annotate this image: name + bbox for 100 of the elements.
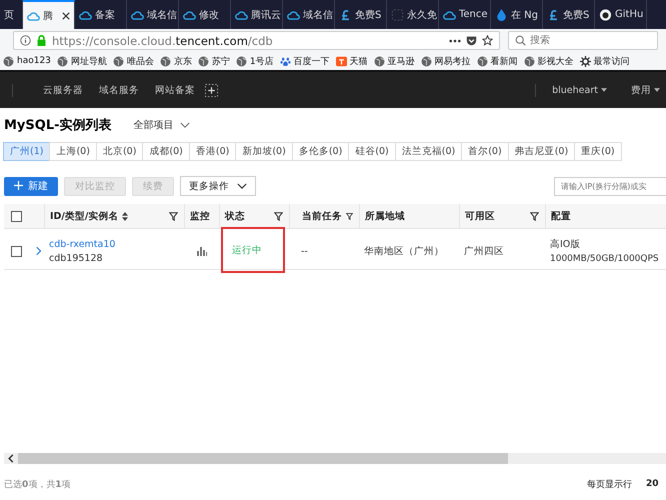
filter-icon[interactable] [169,212,178,220]
region-tab[interactable]: 北京(0) [96,142,144,161]
globe-icon [374,56,385,66]
select-all-checkbox[interactable] [11,210,22,222]
column-header: 可用区 [465,210,495,222]
billing-menu[interactable]: 费用 [630,84,660,96]
globe-icon [420,56,432,66]
instance-name: cdb195128 [49,252,103,264]
pound-icon [547,8,560,20]
selection-summary: 已选0项，共1项 [4,478,71,490]
bookmark-link[interactable]: 苏宁 [198,54,230,68]
region-tab[interactable]: 硅谷(0) [348,142,396,161]
globe-icon [476,56,488,66]
project-dropdown[interactable]: 全部项目 [134,118,190,132]
nav-link[interactable]: 网站备案 [155,84,195,96]
region-tab[interactable]: 成都(0) [142,142,190,161]
caret-icon [600,88,607,92]
globe-icon [236,56,247,66]
pound-icon [339,8,352,20]
pocket-icon[interactable] [466,35,477,46]
filter-icon[interactable] [530,212,539,220]
info-icon[interactable] [20,35,31,46]
column-header: ID/类型/实例名 [50,210,118,222]
bookmark-link[interactable]: 影视大全 [524,54,574,68]
filter-icon[interactable] [274,212,283,220]
chevron-down-icon[interactable] [180,122,190,128]
filter-icon[interactable] [346,212,353,220]
browser-tab[interactable]: 腾 [23,0,75,29]
bookmark-link[interactable]: 天猫 [336,54,368,68]
close-icon[interactable] [62,12,70,20]
new-button[interactable]: 新建 [4,176,58,196]
column-header: 所属地域 [365,210,405,222]
add-shortcut-icon[interactable] [205,84,218,96]
page-title: MySQL-实例列表 [4,116,112,134]
bookmark-link[interactable]: hao123 [3,56,51,66]
paw-icon [280,56,291,66]
bar-chart-icon[interactable] [197,246,207,256]
globe-icon [56,56,68,66]
bookmark-link[interactable]: 最常访问 [580,54,630,68]
horizontal-scrollbar[interactable] [4,453,666,464]
region-tab[interactable]: 首尔(0) [461,142,509,161]
per-page-value[interactable]: 20 [646,479,658,489]
bookmark-link[interactable]: 唯品会 [112,54,154,68]
cloud-icon [183,8,196,20]
per-page-label: 每页显示行 [587,478,632,490]
expand-icon[interactable] [36,246,42,256]
status-text: 运行中 [232,244,262,256]
address-field[interactable]: https://console.cloud.tencent.com/cdb [13,31,500,50]
plus-icon [14,181,23,190]
globe-icon [524,56,535,66]
star-icon[interactable] [482,35,493,46]
caret-icon [654,88,660,92]
globe-icon [112,56,124,66]
table-cell: 广州四区 [464,244,504,258]
nav-link[interactable]: 域名服务 [99,84,139,96]
cloud-icon [235,8,248,20]
table-cell: 高IO版 [550,238,580,251]
globe-icon [198,56,209,66]
bookmark-link[interactable]: 京东 [160,54,192,68]
table-cell: -- [301,246,308,256]
chevron-down-icon [237,182,247,190]
ip-search-field[interactable]: 请输入IP(换行分隔)或实 [554,176,666,196]
region-tab[interactable]: 新加坡(0) [235,142,293,161]
region-tab[interactable]: 上海(0) [49,142,97,161]
column-header: 监控 [190,210,210,222]
cloud-icon [131,8,144,20]
instance-id-link[interactable]: cdb-rxemta10 [49,238,116,250]
more-icon[interactable] [449,38,461,42]
search-icon [515,35,526,46]
table-cell: 华南地区（广州） [364,244,444,258]
column-header: 配置 [551,210,571,222]
table-cell: 1000MB/50GB/1000QPS [550,254,659,264]
region-tab[interactable]: 重庆(0) [574,142,622,161]
region-tab[interactable]: 香港(0) [188,142,236,161]
cloud-icon [443,8,456,20]
gear-icon [580,56,591,66]
tmall-icon [336,56,347,66]
user-menu[interactable]: blueheart [552,84,607,96]
bookmark-link[interactable]: 1号店 [236,54,274,68]
globe-icon [3,56,14,66]
region-tab[interactable]: 弗吉尼亚(0) [508,142,576,161]
region-tab[interactable]: 广州(1) [3,142,50,161]
scroll-left-icon[interactable] [8,454,14,463]
bookmark-link[interactable]: 网易考拉 [420,54,471,68]
search-field[interactable]: 搜索 [508,31,658,50]
sort-icon[interactable] [122,212,128,220]
region-tab[interactable]: 法兰克福(0) [394,142,462,161]
cloud-icon [79,8,92,20]
drop-icon [495,8,508,20]
more-actions-dropdown[interactable]: 更多操作 [180,176,256,196]
row-checkbox[interactable] [11,246,22,256]
cloud-icon [27,10,40,22]
bookmark-link[interactable]: 亚马逊 [374,54,415,68]
column-header: 当前任务 [302,210,342,222]
nav-link[interactable]: 云服务器 [43,84,83,96]
bookmark-link[interactable]: 百度一下 [280,54,330,68]
region-tab[interactable]: 多伦多(0) [292,142,350,161]
bookmark-link[interactable]: 网址导航 [56,54,107,68]
bookmark-link[interactable]: 看新闻 [476,54,518,68]
lock-icon [36,35,47,46]
